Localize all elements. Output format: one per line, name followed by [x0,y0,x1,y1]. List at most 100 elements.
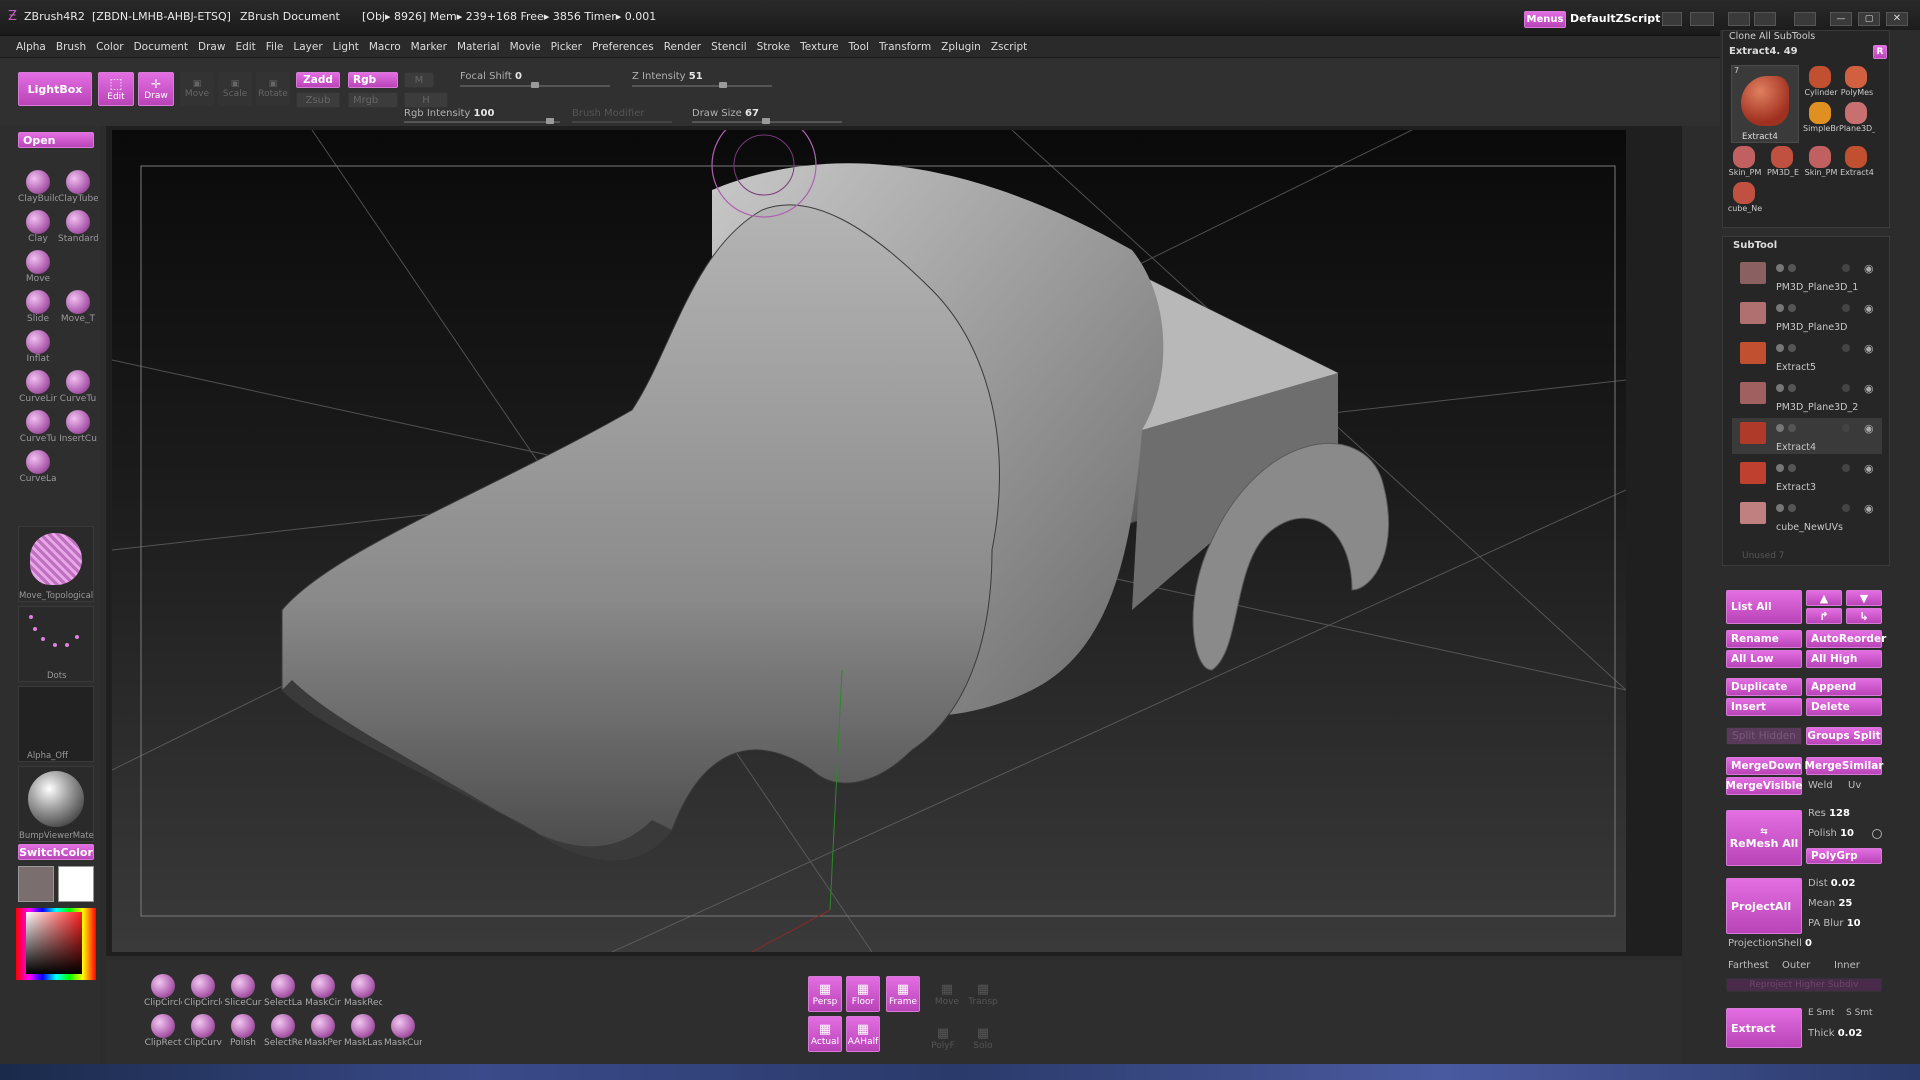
color-picker-square[interactable] [26,912,82,974]
menu-material[interactable]: Material [457,41,500,53]
weld-toggle[interactable]: Weld [1808,780,1833,791]
s-smt-slider[interactable]: S Smt [1846,1008,1873,1018]
rgb-intensity-knob[interactable] [546,118,554,124]
view-aahalf-button[interactable]: ▦ AAHalf [846,1016,880,1052]
subtool-row[interactable]: ◉ Extract5 [1732,338,1882,374]
brush-slot-2[interactable]: Clay [18,206,58,246]
focal-shift-slider[interactable]: Focal Shift 0 [460,71,522,82]
bottom-tool-0[interactable]: ClipCircle [144,972,182,1014]
split-hidden-button[interactable]: Split Hidden [1726,727,1802,745]
zsub-button[interactable]: Zsub [296,92,340,108]
menu-zplugin[interactable]: Zplugin [941,41,981,53]
color-picker[interactable] [16,908,96,980]
z-intensity-knob[interactable] [719,82,727,88]
all-high-button[interactable]: All High [1806,650,1882,668]
bottom-tool-10[interactable]: MaskPer [304,1012,342,1054]
ghost-toggle-icon[interactable] [1788,264,1796,272]
edit-mode-button[interactable]: ⬚ Edit [98,72,134,106]
subtool-row[interactable]: ◉ Extract4 [1732,418,1882,454]
menu-texture[interactable]: Texture [800,41,838,53]
minimize-icon[interactable]: — [1830,12,1852,26]
brush-toggle-icon[interactable] [1842,504,1850,512]
merge-down-button[interactable]: MergeDown [1726,757,1802,775]
outer-toggle[interactable]: Outer [1782,960,1810,971]
menu-movie[interactable]: Movie [510,41,541,53]
brush-slot-3[interactable]: Standard [58,206,98,246]
tray-toggle-icon-2[interactable] [1754,12,1776,26]
menu-preferences[interactable]: Preferences [592,41,654,53]
menu-edit[interactable]: Edit [235,41,255,53]
dist-slider[interactable]: Dist 0.02 [1808,878,1855,889]
inner-toggle[interactable]: Inner [1834,960,1860,971]
draw-mode-button[interactable]: ✛ Draw [138,72,174,106]
panel-right-icon[interactable] [1690,12,1714,26]
secondary-color-swatch[interactable] [58,866,94,902]
menu-marker[interactable]: Marker [411,41,447,53]
eye-icon[interactable]: ◉ [1864,502,1874,515]
rotate-mode-button[interactable]: ▣ Rotate [256,72,290,106]
arrow-down-icon[interactable]: ↳ [1846,608,1882,624]
brush-slot-5[interactable]: Slide [18,286,58,326]
projection-shell-slider[interactable]: ProjectionShell 0 [1728,938,1812,949]
rgb-intensity-slider[interactable]: Rgb Intensity 100 [404,108,494,119]
tray-toggle-icon[interactable] [1728,12,1750,26]
subtool-row[interactable]: ◉ cube_NewUVs [1732,498,1882,534]
tool-thumbnail-4[interactable]: Plane3D_ [1839,101,1875,135]
brush-slot-12[interactable]: CurveLa [18,446,58,486]
move-mode-button[interactable]: ▣ Move [180,72,214,106]
maximize-icon[interactable]: ▢ [1858,12,1880,26]
bottom-tool-11[interactable]: MaskLas [344,1012,382,1054]
move-up-button[interactable]: ▲ [1806,590,1842,606]
bottom-tool-6[interactable]: ClipRect [144,1012,182,1054]
ghost-toggle-icon[interactable] [1788,464,1796,472]
menu-draw[interactable]: Draw [198,41,225,53]
res-slider[interactable]: Res 128 [1808,808,1850,819]
polygrp-button[interactable]: PolyGrp [1806,848,1882,864]
menu-color[interactable]: Color [96,41,123,53]
view-move-button[interactable]: ▦ Move [930,976,964,1012]
auto-reorder-button[interactable]: AutoReorder [1806,630,1886,648]
rename-button[interactable]: Rename [1726,630,1802,648]
r-button[interactable]: R [1873,45,1887,59]
menu-file[interactable]: File [266,41,284,53]
tool-thumbnail-3[interactable]: SimpleBr [1803,101,1839,135]
eye-icon[interactable]: ◉ [1864,342,1874,355]
ghost-toggle-icon[interactable] [1788,424,1796,432]
open-button[interactable]: Open [18,132,94,148]
bottom-tool-3[interactable]: SelectLa [264,972,302,1014]
view-persp-button[interactable]: ▦ Persp [808,976,842,1012]
z-intensity-track[interactable] [632,85,772,87]
menu-macro[interactable]: Macro [369,41,401,53]
brush-toggle-icon[interactable] [1842,344,1850,352]
mean-slider[interactable]: Mean 25 [1808,898,1852,909]
menu-document[interactable]: Document [134,41,188,53]
reproject-higher-subdiv-button[interactable]: Reproject Higher Subdiv [1726,978,1882,992]
brush-slot-9[interactable]: CurveTu [58,366,98,406]
bottom-tool-12[interactable]: MaskCur [384,1012,422,1054]
bottom-tool-4[interactable]: MaskCir [304,972,342,1014]
zbrush-logo-icon[interactable]: Ƶ [8,9,17,24]
brush-slot-0[interactable]: ClayBuild [18,166,58,206]
menu-zscript[interactable]: Zscript [991,41,1027,53]
subtool-row[interactable]: ◉ PM3D_Plane3D [1732,298,1882,334]
brush-toggle-icon[interactable] [1842,304,1850,312]
e-smt-slider[interactable]: E Smt [1808,1008,1835,1018]
bottom-tool-5[interactable]: MaskRec [344,972,382,1014]
menu-light[interactable]: Light [333,41,359,53]
tool-thumbnail-2[interactable]: PolyMes [1839,65,1873,99]
menus-button[interactable]: Menus [1524,11,1566,28]
delete-button[interactable]: Delete [1806,698,1882,716]
topological-brush-slot[interactable]: Move_Topological [18,526,94,602]
brush-toggle-icon[interactable] [1842,424,1850,432]
panel-left-icon[interactable] [1662,12,1682,26]
polish-slider[interactable]: Polish 10 [1808,828,1854,839]
polypaint-toggle-icon[interactable] [1776,384,1784,392]
tool-thumbnail-1[interactable]: Cylinder [1803,65,1838,99]
uv-toggle[interactable]: Uv [1848,780,1861,791]
polypaint-toggle-icon[interactable] [1776,464,1784,472]
bottom-tool-9[interactable]: SelectRe [264,1012,302,1054]
menu-layer[interactable]: Layer [293,41,322,53]
brush-toggle-icon[interactable] [1842,384,1850,392]
rgb-button[interactable]: Rgb [348,72,398,88]
ghost-toggle-icon[interactable] [1788,344,1796,352]
